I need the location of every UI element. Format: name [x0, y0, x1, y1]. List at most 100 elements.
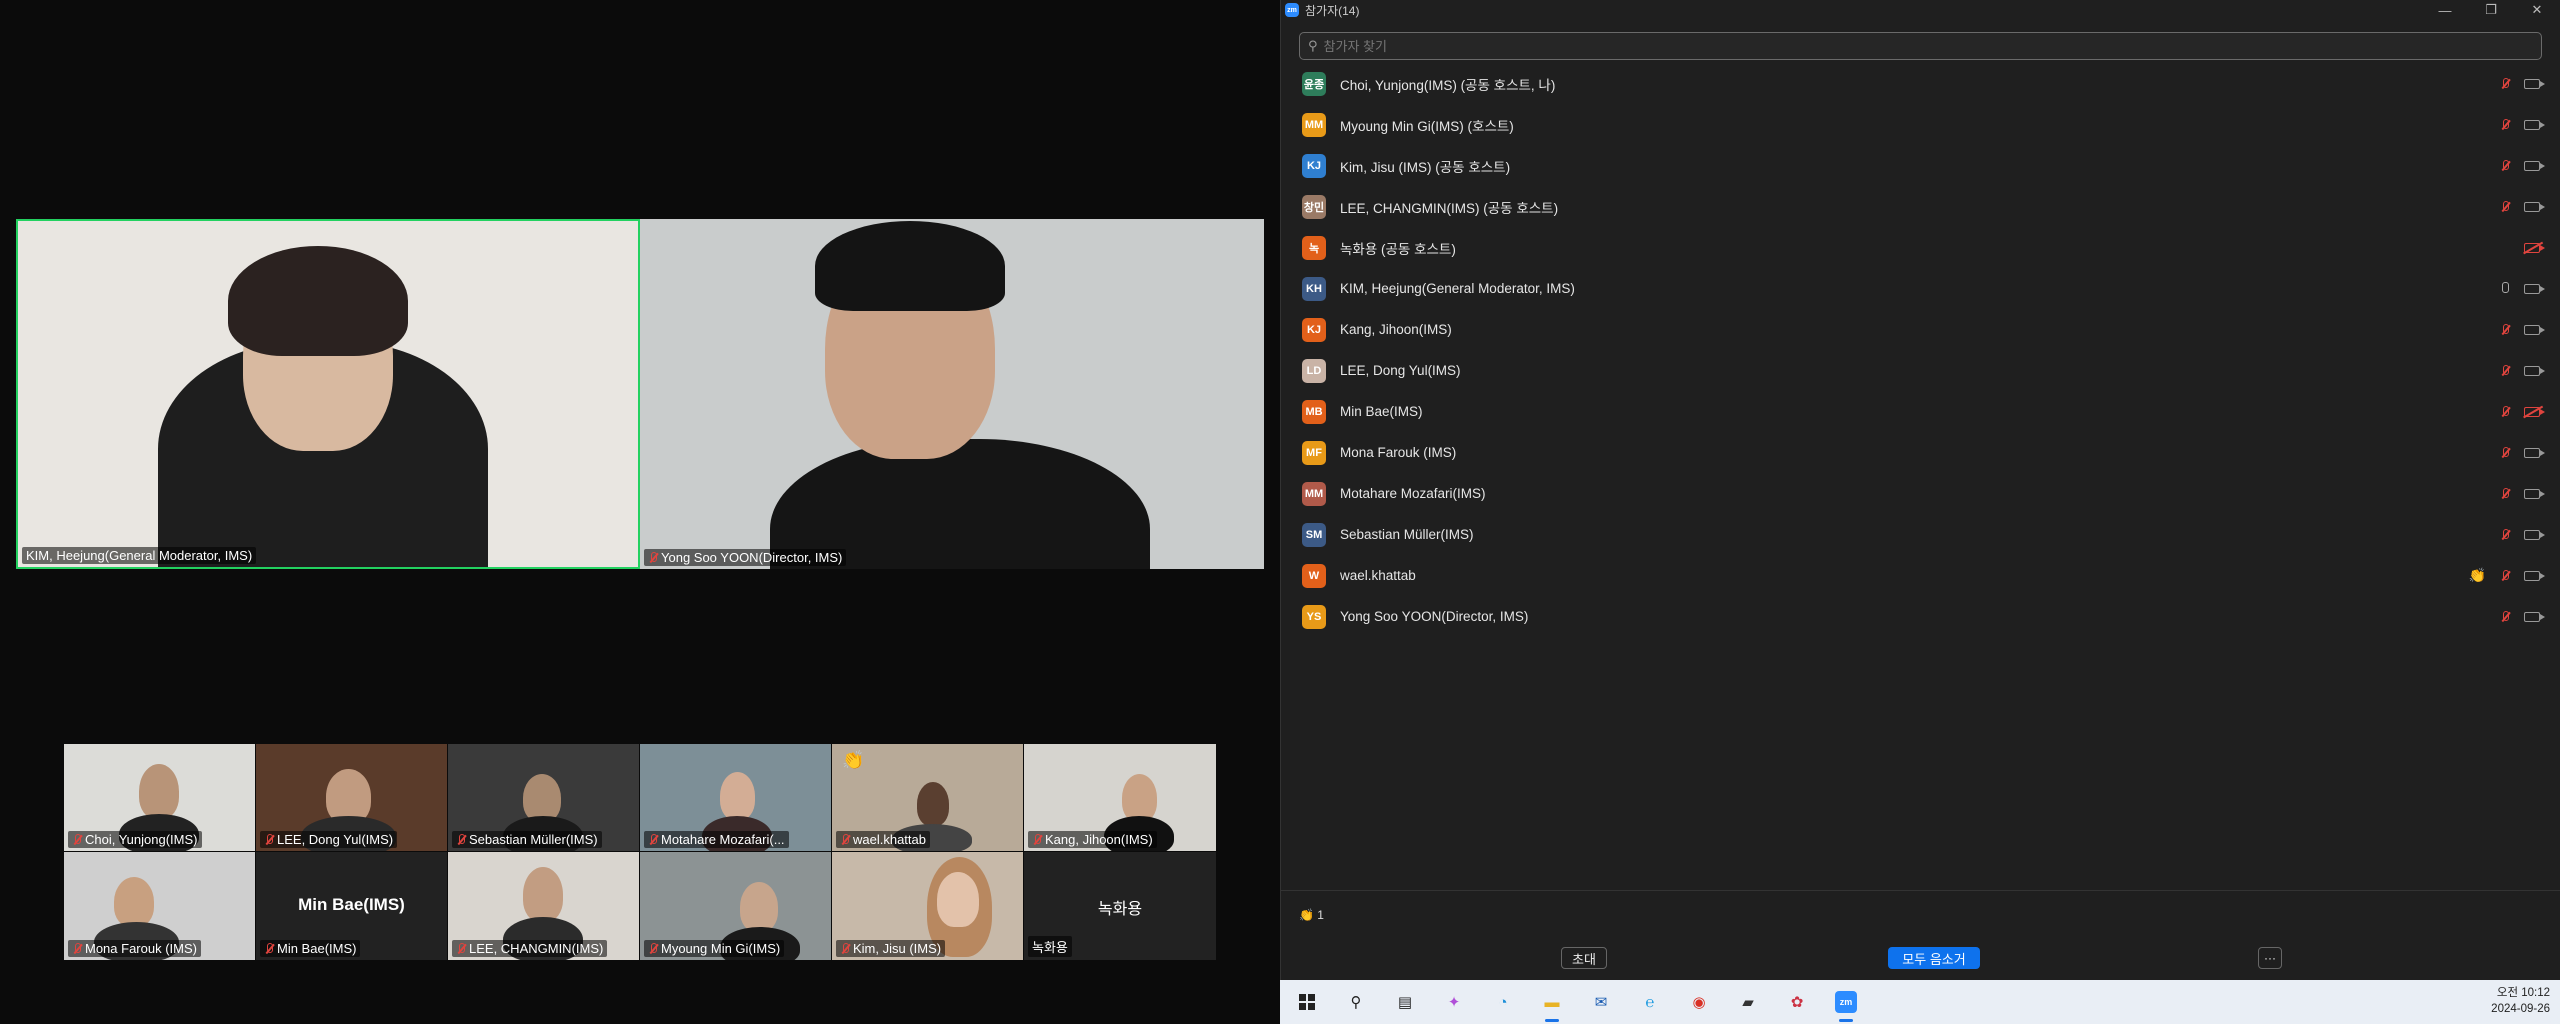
camera-icon[interactable] — [2524, 160, 2545, 171]
participant-avatar: MM — [1302, 112, 1326, 137]
mic-muted-icon[interactable] — [2500, 610, 2510, 623]
paint-icon[interactable]: ✿ — [1782, 987, 1812, 1017]
minimize-button[interactable]: — — [2422, 0, 2468, 20]
participant-status-icons — [2500, 596, 2545, 637]
video-tile-yong-soo-yoon[interactable]: Yong Soo YOON(Director, IMS) — [640, 219, 1264, 569]
camera-icon[interactable] — [2524, 447, 2545, 458]
video-tile-motahare-mozafari[interactable]: Motahare Mozafari(... — [640, 744, 831, 851]
video-tile-sebastian-muller[interactable]: Sebastian Müller(IMS) — [448, 744, 639, 851]
participant-search-input[interactable] — [1323, 38, 2424, 54]
chrome-icon[interactable]: ◉ — [1684, 987, 1714, 1017]
mic-muted-icon[interactable] — [2500, 487, 2510, 500]
participant-row[interactable]: SM Sebastian Müller(IMS) — [1281, 514, 2560, 555]
camera-icon[interactable] — [2524, 488, 2545, 499]
video-tile-lee-changmin[interactable]: LEE, CHANGMIN(IMS) — [448, 852, 639, 960]
restore-button[interactable]: ❐ — [2468, 0, 2514, 20]
mic-muted-icon[interactable] — [2500, 200, 2510, 213]
participant-row[interactable]: KJ Kang, Jihoon(IMS) — [1281, 309, 2560, 350]
participant-row[interactable]: MF Mona Farouk (IMS) — [1281, 432, 2560, 473]
participant-search-box[interactable]: ⚲ — [1299, 32, 2542, 60]
camera-icon[interactable] — [2524, 611, 2545, 622]
participant-row[interactable]: 녹 녹화용 (공동 호스트) — [1281, 227, 2560, 268]
camera-icon[interactable] — [2524, 283, 2545, 294]
participant-row[interactable]: Wwael.khattab 👏 — [1281, 555, 2560, 596]
gallery-strip: Choi, Yunjong(IMS) LEE, Dong Yul(IMS) Se… — [64, 744, 1216, 960]
participant-row[interactable]: LD LEE, Dong Yul(IMS) — [1281, 350, 2560, 391]
video-tile-choi-yunjong[interactable]: Choi, Yunjong(IMS) — [64, 744, 255, 851]
raised-hand-icon: 👏 — [2468, 567, 2486, 583]
mail-icon[interactable]: ✉ — [1586, 987, 1616, 1017]
mic-muted-icon[interactable] — [2500, 77, 2510, 90]
edge-browser-icon[interactable]: ◔ — [1488, 987, 1518, 1017]
clock-date: 2024-09-26 — [2491, 1003, 2550, 1015]
participant-name: Kang, Jihoon(IMS) — [1340, 322, 1452, 337]
camera-icon[interactable] — [2524, 324, 2545, 335]
participant-row[interactable]: KH KIM, Heejung(General Moderator, IMS) — [1281, 268, 2560, 309]
mic-muted-icon[interactable] — [2500, 446, 2510, 459]
mic-muted-icon[interactable] — [2500, 159, 2510, 172]
video-tile-wael-khattab[interactable]: 👏 wael.khattab — [832, 744, 1023, 851]
mic-icon[interactable] — [2500, 282, 2510, 295]
mic-muted-icon[interactable] — [2500, 405, 2510, 418]
mic-muted-icon — [72, 833, 82, 846]
participants-footer: 👏 1 초대 모두 음소거 ··· — [1281, 890, 2560, 980]
windows-start-icon[interactable] — [1292, 987, 1322, 1017]
camera-icon[interactable] — [2524, 365, 2545, 376]
video-tile-lee-dong-yul[interactable]: LEE, Dong Yul(IMS) — [256, 744, 447, 851]
video-tile-kim-heejung[interactable]: KIM, Heejung(General Moderator, IMS) — [16, 219, 640, 569]
participant-status-icons — [2500, 473, 2545, 514]
camera-icon[interactable] — [2524, 529, 2545, 540]
mic-muted-icon[interactable] — [2500, 118, 2510, 131]
mic-muted-icon[interactable] — [2500, 528, 2510, 541]
camera-off-icon[interactable] — [2524, 242, 2545, 253]
mic-muted-icon — [648, 551, 658, 564]
close-button[interactable]: ✕ — [2514, 0, 2560, 20]
participant-video-face — [139, 764, 179, 819]
mic-muted-icon — [1032, 833, 1042, 846]
invite-button[interactable]: 초대 — [1561, 947, 1607, 969]
participant-row[interactable]: MM Myoung Min Gi(IMS) (호스트) — [1281, 104, 2560, 145]
zoom-app-icon[interactable]: zm — [1831, 987, 1861, 1022]
camera-off-icon[interactable] — [2524, 406, 2545, 417]
participant-row[interactable]: MM Motahare Mozafari(IMS) — [1281, 473, 2560, 514]
camera-icon[interactable] — [2524, 78, 2545, 89]
participant-name: Sebastian Müller(IMS) — [1340, 527, 1474, 542]
internet-explorer-icon[interactable]: ℮ — [1635, 987, 1665, 1017]
file-explorer-icon[interactable]: ▬ — [1537, 987, 1567, 1022]
mute-all-button[interactable]: 모두 음소거 — [1888, 947, 1980, 969]
participant-video-face — [1122, 774, 1157, 822]
video-name-label: LEE, Dong Yul(IMS) — [260, 831, 398, 848]
camera-icon[interactable] — [2524, 570, 2545, 581]
camera-icon[interactable] — [2524, 201, 2545, 212]
video-tile-min-bae[interactable]: Min Bae(IMS) Min Bae(IMS) — [256, 852, 447, 960]
mic-muted-icon[interactable] — [2500, 323, 2510, 336]
participant-avatar: KJ — [1302, 153, 1326, 178]
participant-video-face — [523, 867, 563, 922]
video-tile-kang-jihoon[interactable]: Kang, Jihoon(IMS) — [1024, 744, 1216, 851]
video-tile-recording[interactable]: 녹화용 녹화용 — [1024, 852, 1216, 960]
participant-row[interactable]: 윤종 Choi, Yunjong(IMS) (공동 호스트, 나) — [1281, 63, 2560, 104]
taskbar-clock[interactable]: 오전 10:12 2024-09-26 — [2491, 985, 2550, 1017]
video-name-label: Myoung Min Gi(IMS) — [644, 940, 785, 957]
participant-row[interactable]: KJ Kim, Jisu (IMS) (공동 호스트) — [1281, 145, 2560, 186]
video-name-label: Yong Soo YOON(Director, IMS) — [644, 549, 847, 566]
window-controls: — ❐ ✕ — [2422, 0, 2560, 20]
copilot-icon[interactable]: ✦ — [1439, 987, 1469, 1017]
participant-row[interactable]: YS Yong Soo YOON(Director, IMS) — [1281, 596, 2560, 637]
participant-row[interactable]: MB Min Bae(IMS) — [1281, 391, 2560, 432]
participant-video-face — [917, 782, 949, 826]
participant-avatar: 창민 — [1302, 194, 1326, 219]
participant-row[interactable]: 창민 LEE, CHANGMIN(IMS) (공동 호스트) — [1281, 186, 2560, 227]
mic-muted-icon[interactable] — [2500, 364, 2510, 377]
more-options-button[interactable]: ··· — [2258, 947, 2282, 969]
task-view-icon[interactable]: ▤ — [1390, 987, 1420, 1017]
video-tile-kim-jisu[interactable]: Kim, Jisu (IMS) — [832, 852, 1023, 960]
sticky-notes-icon[interactable]: ▰ — [1733, 987, 1763, 1017]
mic-muted-icon[interactable] — [2500, 569, 2510, 582]
camera-icon[interactable] — [2524, 119, 2545, 130]
participant-status-icons: 👏 — [2468, 555, 2545, 596]
search-icon[interactable]: ⚲ — [1341, 987, 1371, 1017]
clock-time: 오전 10:12 — [2496, 987, 2550, 999]
video-tile-myoung-min-gi[interactable]: Myoung Min Gi(IMS) — [640, 852, 831, 960]
video-tile-mona-farouk[interactable]: Mona Farouk (IMS) — [64, 852, 255, 960]
